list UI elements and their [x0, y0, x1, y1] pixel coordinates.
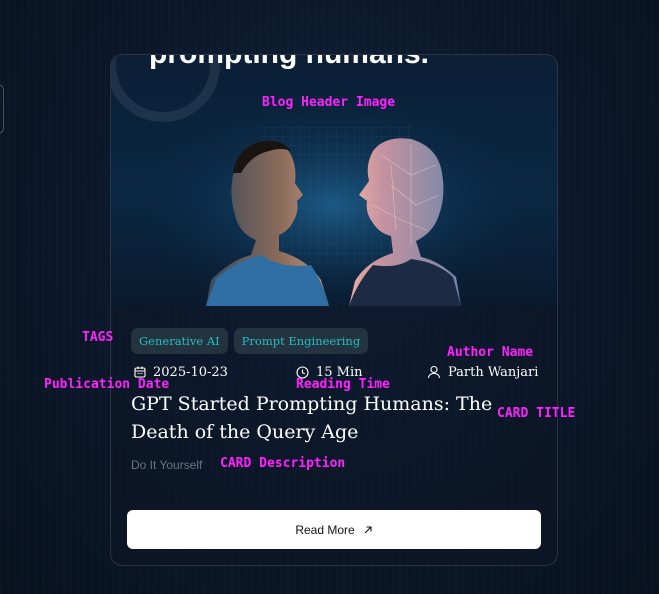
author: Parth Wanjari — [427, 362, 538, 382]
annotation-card-description: CARD Description — [220, 456, 346, 471]
author-name: Parth Wanjari — [448, 364, 539, 380]
annotation-header-image: Blog Header Image — [262, 95, 396, 110]
user-icon — [427, 365, 441, 379]
read-more-label: Read More — [295, 522, 355, 537]
tag-list: Generative AI Prompt Engineering — [131, 328, 369, 354]
read-more-button[interactable]: Read More — [127, 510, 541, 549]
page: prompting humans. Generative AI Prompt E… — [0, 0, 659, 594]
annotation-tags: TAGS — [82, 330, 114, 345]
annotation-card-title: CARD TITLE — [497, 406, 576, 421]
card-title[interactable]: GPT Started Prompting Humans: The Death … — [131, 390, 501, 446]
tag-prompt-engineering[interactable]: Prompt Engineering — [233, 328, 369, 354]
arrow-up-right-icon — [364, 525, 372, 533]
tag-generative-ai[interactable]: Generative AI — [131, 328, 228, 354]
blog-header-image: prompting humans. — [111, 55, 557, 306]
annotation-publication-date: Publication Date — [44, 377, 170, 392]
annotation-author-name: Author Name — [447, 345, 534, 360]
hero-illustration: prompting humans. — [111, 55, 557, 306]
hero-overlay-text: prompting humans. — [149, 55, 429, 70]
blog-card: prompting humans. Generative AI Prompt E… — [110, 54, 558, 566]
annotation-reading-time: Reading Time — [296, 377, 390, 392]
card-description: Do It Yourself — [131, 458, 203, 472]
side-panel-tab[interactable] — [0, 84, 4, 134]
